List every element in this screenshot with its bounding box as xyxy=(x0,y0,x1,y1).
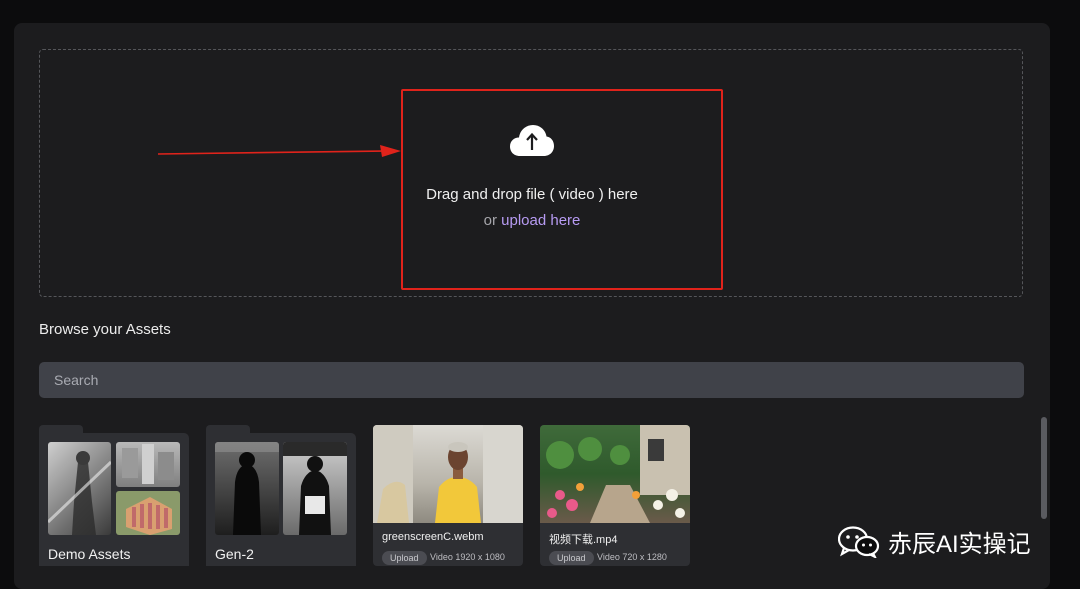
asset-meta: Video 720 x 1280 xyxy=(597,552,667,562)
folder-label: Demo Assets xyxy=(48,546,131,562)
folder-thumbnail xyxy=(283,442,347,535)
folder-gen-2[interactable]: Gen-2 xyxy=(206,425,356,566)
asset-name: greenscreenC.webm xyxy=(382,531,484,543)
scrollbar-thumb[interactable] xyxy=(1041,417,1047,519)
asset-meta: Video 1920 x 1080 xyxy=(430,552,505,562)
watermark: 赤辰AI实操记 xyxy=(838,524,1031,559)
asset-name: 视频下载.mp4 xyxy=(549,534,618,546)
folder-thumbnail xyxy=(48,442,111,535)
upload-cloud-icon xyxy=(510,125,554,156)
search-input[interactable] xyxy=(39,362,1024,398)
folder-thumbnail xyxy=(116,491,180,535)
asset-card[interactable]: greenscreenC.webm Upload Video 1920 x 10… xyxy=(373,425,523,566)
upload-here-link[interactable]: upload here xyxy=(501,212,580,229)
upload-badge: Upload xyxy=(382,551,427,565)
or-label: or xyxy=(483,212,497,229)
upload-instructions: Drag and drop file ( video ) here xyxy=(426,186,638,203)
folder-demo-assets[interactable]: Demo Assets xyxy=(39,425,189,566)
video-thumbnail xyxy=(373,425,523,523)
watermark-text: 赤辰AI实操记 xyxy=(888,531,1031,558)
browse-assets-title: Browse your Assets xyxy=(39,321,171,338)
asset-card[interactable]: 视频下载.mp4 Upload Video 720 x 1280 xyxy=(540,425,690,566)
upload-badge: Upload xyxy=(549,551,594,565)
folder-thumbnail xyxy=(116,442,180,487)
folder-thumbnail xyxy=(215,442,279,535)
upload-alt-text: or upload here xyxy=(401,212,663,229)
folder-label: Gen-2 xyxy=(215,546,254,562)
wechat-icon xyxy=(838,525,880,558)
annotation-arrow xyxy=(158,145,401,157)
video-thumbnail xyxy=(540,425,690,523)
